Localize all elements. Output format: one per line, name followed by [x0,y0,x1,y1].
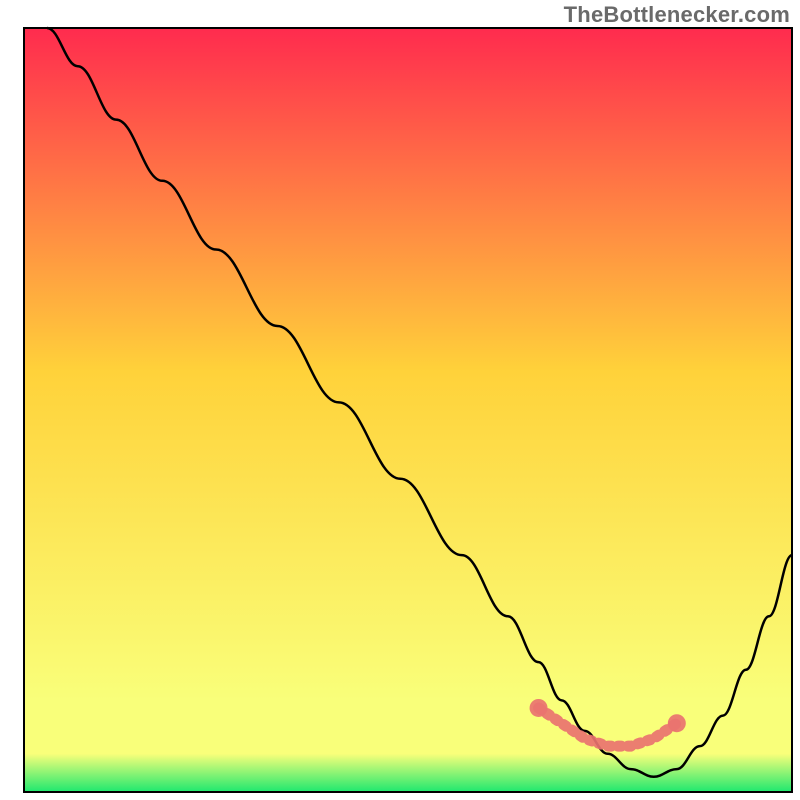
optimal-range-end [668,714,686,732]
plot-background [24,28,792,792]
chart-frame: TheBottlenecker.com [0,0,800,800]
optimal-range-start [530,699,548,717]
bottleneck-chart [0,0,800,800]
